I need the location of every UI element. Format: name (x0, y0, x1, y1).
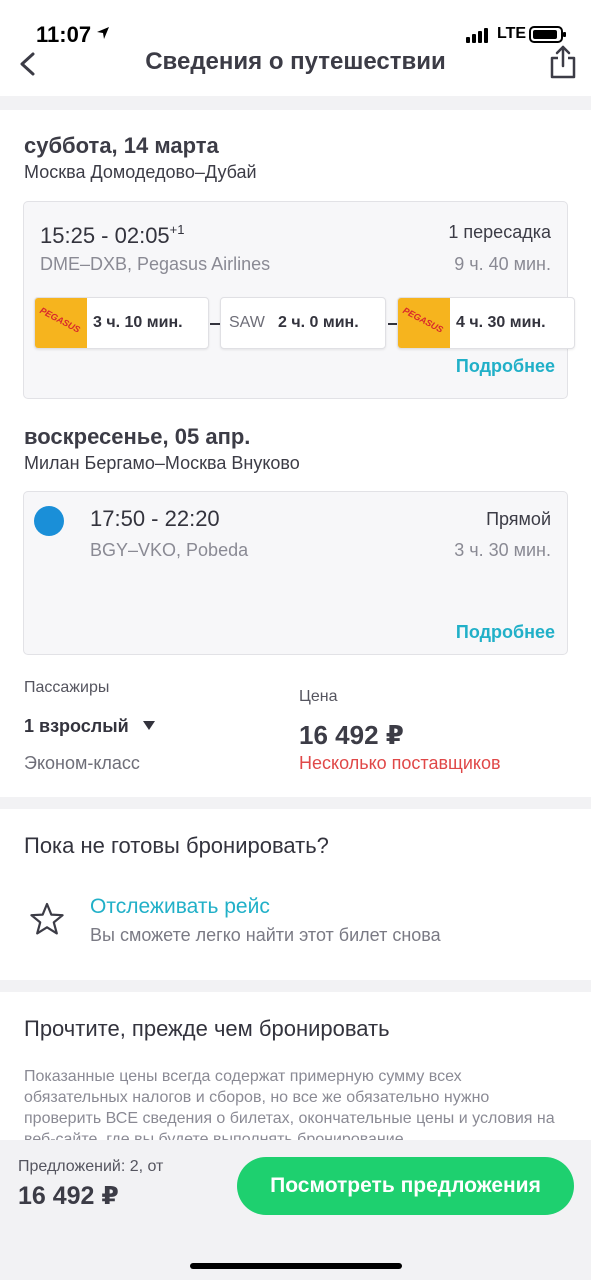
status-bar: 11:07 LTE (0, 0, 591, 47)
footer-price: 16 492 ₽ (18, 1182, 119, 1210)
segment-duration: 4 ч. 30 мин. (456, 314, 546, 331)
return-route: Милан Бергамо–Москва Внуково (24, 453, 300, 473)
segment-duration: 2 ч. 0 мин. (278, 314, 359, 331)
passengers-value: 1 взрослый (24, 716, 129, 736)
outbound-flight-card[interactable]: 15:25 - 02:05+1 DME–DXB, Pegasus Airline… (23, 201, 575, 399)
battery-icon (529, 26, 566, 43)
return-flight-card[interactable]: 17:50 - 22:20 BGY–VKO, Pobeda Прямой 3 ч… (23, 491, 568, 655)
return-stops: Прямой (486, 509, 551, 529)
return-codes: BGY–VKO, Pobeda (90, 540, 249, 560)
share-icon[interactable] (546, 44, 580, 80)
price-value: 16 492 ₽ (299, 720, 404, 750)
divider (0, 96, 591, 110)
star-icon[interactable] (29, 902, 65, 936)
chevron-down-icon (143, 721, 156, 730)
segment-2: PEGASUS 4 ч. 30 мин. (397, 297, 575, 349)
nav-bar: Сведения о путешествии (0, 44, 591, 96)
track-subtitle: Вы сможете легко найти этот билет снова (90, 925, 441, 945)
booking-footer: Предложений: 2, от 16 492 ₽ Посмотреть п… (0, 1140, 591, 1280)
outbound-date: суббота, 14 марта (24, 133, 219, 158)
outbound-route: Москва Домодедово–Дубай (24, 162, 257, 182)
segment-layover: SAW 2 ч. 0 мин. (220, 297, 386, 349)
passengers-dropdown[interactable]: 1 взрослый (24, 716, 156, 737)
divider (0, 797, 591, 809)
notice-text: Показанные цены всегда содержат примерну… (24, 1068, 555, 1140)
outbound-codes: DME–DXB, Pegasus Airlines (40, 254, 271, 274)
network-label: LTE (497, 25, 527, 42)
home-indicator (190, 1263, 402, 1269)
notice-title: Прочтите, прежде чем бронировать (24, 1016, 390, 1041)
signal-icon (466, 28, 488, 43)
day-offset: +1 (169, 222, 185, 237)
return-duration: 3 ч. 30 мин. (454, 540, 551, 560)
return-date: воскресенье, 05 апр. (24, 424, 251, 449)
offers-count: Предложений: 2, от (18, 1158, 164, 1175)
outbound-times: 15:25 - 02:05+1 (40, 222, 185, 248)
segment-duration: 3 ч. 10 мин. (93, 314, 183, 331)
notice-clip: Показанные цены всегда содержат примерну… (0, 1060, 591, 1140)
outbound-details-link[interactable]: Подробнее (456, 356, 555, 377)
location-arrow-icon (97, 27, 109, 39)
return-times: 17:50 - 22:20 (90, 506, 220, 531)
pobeda-logo (34, 506, 64, 536)
layover-airport: SAW (229, 314, 265, 331)
page-title: Сведения о путешествии (145, 48, 446, 75)
cabin-class: Эконом-класс (24, 753, 140, 773)
outbound-stops: 1 пересадка (448, 222, 551, 242)
pegasus-logo: PEGASUS (398, 298, 450, 348)
price-label: Цена (299, 688, 338, 705)
segment-1: PEGASUS 3 ч. 10 мин. (34, 297, 209, 349)
providers-text: Несколько поставщиков (299, 753, 501, 773)
track-flight-link[interactable]: Отслеживать рейс (90, 895, 270, 919)
outbound-duration: 9 ч. 40 мин. (454, 254, 551, 274)
view-offers-button[interactable]: Посмотреть предложения (237, 1157, 574, 1215)
passengers-label: Пассажиры (24, 679, 110, 696)
return-details-link[interactable]: Подробнее (456, 622, 555, 643)
divider (0, 980, 591, 992)
track-question: Пока не готовы бронировать? (24, 833, 329, 858)
pegasus-logo: PEGASUS (35, 298, 87, 348)
